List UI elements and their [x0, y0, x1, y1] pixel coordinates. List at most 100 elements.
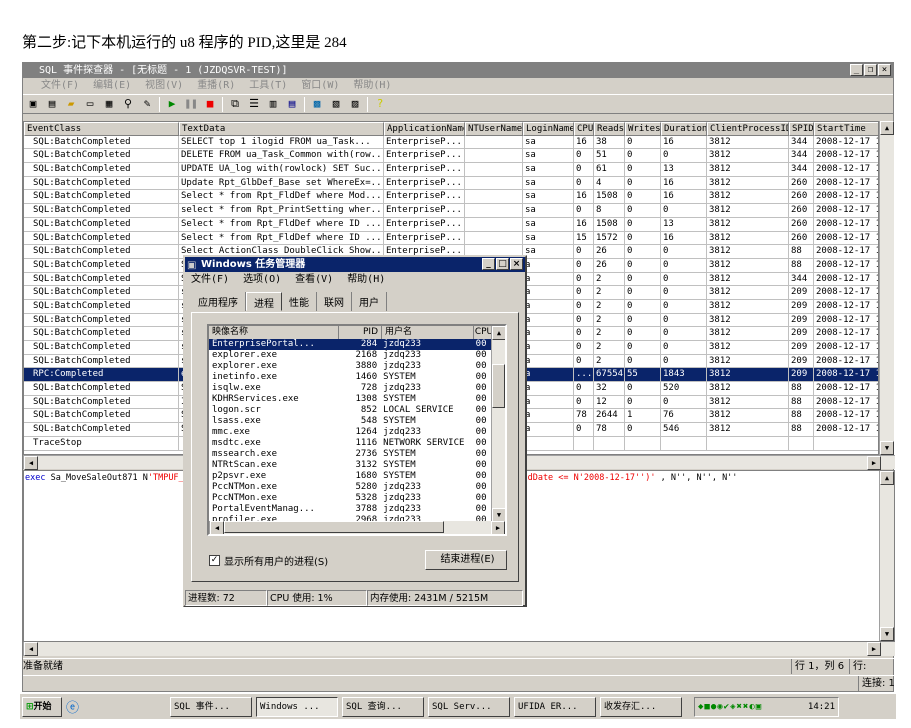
process-row[interactable]: msdtc.exe 1116 NETWORK SERVICE 00: [209, 438, 491, 449]
play-icon[interactable]: ▶: [165, 97, 179, 111]
taskbar-task-manager[interactable]: Windows ...: [256, 696, 338, 717]
taskbar-query-analyzer[interactable]: SQL 查询...: [342, 696, 424, 717]
column-header[interactable]: CPU: [574, 122, 594, 136]
process-row[interactable]: EnterprisePortal... 284 jzdq233 00: [209, 339, 491, 350]
scroll-left-arrow[interactable]: ◀: [24, 642, 38, 656]
detail-horizontal-scrollbar[interactable]: ◀ ▶: [23, 642, 895, 656]
menu-help[interactable]: 帮助(H): [347, 272, 385, 288]
column-header[interactable]: ApplicationName: [384, 122, 465, 136]
save-icon[interactable]: ▭: [83, 97, 97, 111]
process-row[interactable]: mssearch.exe 2736 SYSTEM 00: [209, 449, 491, 460]
column-header[interactable]: TextData: [179, 122, 384, 136]
help-icon[interactable]: ?: [373, 97, 387, 111]
process-row[interactable]: explorer.exe 3880 jzdq233 00: [209, 361, 491, 372]
start-button[interactable]: ⊞开始: [22, 696, 62, 717]
process-row[interactable]: NTRtScan.exe 3132 SYSTEM 00: [209, 460, 491, 471]
properties-icon[interactable]: ▦: [102, 97, 116, 111]
scroll-thumb[interactable]: [224, 521, 444, 533]
end-process-button[interactable]: 结束进程(E): [425, 550, 507, 570]
scroll-down-arrow[interactable]: ▼: [492, 508, 505, 522]
cascade-icon[interactable]: ⧉: [228, 97, 242, 111]
scroll-right-arrow[interactable]: ▶: [867, 456, 881, 470]
table-row[interactable]: SQL:BatchCompleted Select * from Rpt_FldD…: [24, 231, 878, 246]
tab-performance[interactable]: 性能: [282, 292, 317, 311]
tile-v-icon[interactable]: ▥: [266, 97, 280, 111]
scroll-left-arrow[interactable]: ◀: [24, 456, 38, 470]
scroll-right-arrow[interactable]: ▶: [491, 521, 505, 534]
taskbar-sql-profiler[interactable]: SQL 事件...: [170, 696, 252, 717]
table-row[interactable]: SQL:BatchCompleted Select * from Rpt_FldD…: [24, 217, 878, 232]
process-row[interactable]: logon.scr 852 LOCAL SERVICE 00: [209, 405, 491, 416]
edit-icon[interactable]: ✎: [140, 97, 154, 111]
process-row[interactable]: lsass.exe 548 SYSTEM 00: [209, 416, 491, 427]
process-row[interactable]: PccNTMon.exe 5280 jzdq233 00: [209, 482, 491, 493]
col-image-name[interactable]: 映像名称: [209, 326, 339, 339]
taskbar-ufida[interactable]: UFIDA ER...: [514, 696, 596, 717]
menu-view[interactable]: 视图(V): [145, 78, 183, 94]
window-icon[interactable]: ▤: [285, 97, 299, 111]
scroll-up-arrow[interactable]: ▲: [492, 326, 505, 340]
tab-networking[interactable]: 联网: [317, 292, 352, 311]
column-header[interactable]: Reads: [594, 122, 625, 136]
query-analyzer-icon[interactable]: ▩: [310, 97, 324, 111]
minimize-button[interactable]: _: [482, 258, 495, 270]
scroll-right-arrow[interactable]: ▶: [867, 642, 881, 656]
table-row[interactable]: SQL:BatchCompleted Update Rpt_GlbDef_Base…: [24, 176, 878, 191]
col-pid[interactable]: PID: [339, 326, 382, 339]
process-row[interactable]: explorer.exe 2168 jzdq233 00: [209, 350, 491, 361]
enterprise-manager-icon[interactable]: ▧: [329, 97, 343, 111]
process-row[interactable]: mmc.exe 1264 jzdq233 00: [209, 427, 491, 438]
detail-vertical-scrollbar[interactable]: ▲ ▼: [879, 471, 894, 641]
process-row[interactable]: p2psvr.exe 1680 SYSTEM 00: [209, 471, 491, 482]
tab-processes[interactable]: 进程: [246, 292, 282, 311]
menu-options[interactable]: 选项(O): [243, 272, 281, 288]
menu-replay[interactable]: 重播(R): [197, 78, 235, 94]
stop-icon[interactable]: ■: [203, 97, 217, 111]
show-all-users-option[interactable]: ✓ 显示所有用户的进程(S): [209, 553, 328, 568]
scroll-up-arrow[interactable]: ▲: [880, 121, 894, 135]
column-header[interactable]: NTUserName: [465, 122, 523, 136]
col-user[interactable]: 用户名: [382, 326, 474, 339]
process-row[interactable]: inetinfo.exe 1460 SYSTEM 00: [209, 372, 491, 383]
process-row[interactable]: KDHRServices.exe 1308 SYSTEM 00: [209, 394, 491, 405]
tray-icons[interactable]: ◆■●◉✔◈✖✖◐▣: [698, 698, 762, 716]
table-row[interactable]: SQL:BatchCompleted UPDATE UA_log with(row…: [24, 163, 878, 177]
tab-applications[interactable]: 应用程序: [191, 292, 246, 311]
column-header[interactable]: StartTime: [814, 122, 878, 136]
scroll-down-arrow[interactable]: ▼: [880, 627, 894, 641]
column-header[interactable]: EventClass: [24, 122, 179, 136]
new-template-icon[interactable]: ▤: [45, 97, 59, 111]
menu-file[interactable]: 文件(F): [41, 78, 79, 94]
taskbar-report[interactable]: 收发存汇...: [600, 696, 682, 717]
menu-tools[interactable]: 工具(T): [249, 78, 287, 94]
menu-file[interactable]: 文件(F): [191, 272, 229, 288]
restore-button[interactable]: ❐: [864, 64, 877, 76]
tab-users[interactable]: 用户: [352, 292, 387, 311]
close-button[interactable]: ×: [878, 64, 891, 76]
close-button[interactable]: ×: [510, 258, 523, 270]
table-row[interactable]: SQL:BatchCompleted Select * from Rpt_FldD…: [24, 190, 878, 205]
grid-vertical-scrollbar[interactable]: ▲ ▼: [879, 121, 894, 455]
menu-edit[interactable]: 编辑(E): [93, 78, 131, 94]
taskbar-sql-server[interactable]: SQL Serv...: [428, 696, 510, 717]
open-icon[interactable]: ▰: [64, 97, 78, 111]
clear-icon[interactable]: ▨: [348, 97, 362, 111]
column-header[interactable]: Duration: [661, 122, 707, 136]
process-vertical-scrollbar[interactable]: ▲ ▼: [491, 326, 505, 522]
process-horizontal-scrollbar[interactable]: ◀ ▶: [209, 521, 505, 534]
table-row[interactable]: SQL:BatchCompleted SELECT top 1 ilogid FR…: [24, 135, 878, 150]
column-header[interactable]: Writes: [625, 122, 661, 136]
column-header[interactable]: LoginName: [523, 122, 574, 136]
new-trace-icon[interactable]: ▣: [26, 97, 40, 111]
find-icon[interactable]: ⚲: [121, 97, 135, 111]
maximize-button[interactable]: □: [496, 258, 509, 270]
table-row[interactable]: SQL:BatchCompleted DELETE FROM ua_Task_Co…: [24, 149, 878, 164]
menu-window[interactable]: 窗口(W): [301, 78, 339, 94]
process-row[interactable]: isqlw.exe 728 jzdq233 00: [209, 383, 491, 394]
show-all-checkbox[interactable]: ✓: [209, 555, 220, 566]
ie-quicklaunch-icon[interactable]: ⓔ: [66, 697, 166, 716]
column-header[interactable]: SPID: [789, 122, 814, 136]
menu-help[interactable]: 帮助(H): [353, 78, 391, 94]
column-header[interactable]: ClientProcessID: [707, 122, 789, 136]
pause-icon[interactable]: ❚❚: [184, 97, 198, 111]
